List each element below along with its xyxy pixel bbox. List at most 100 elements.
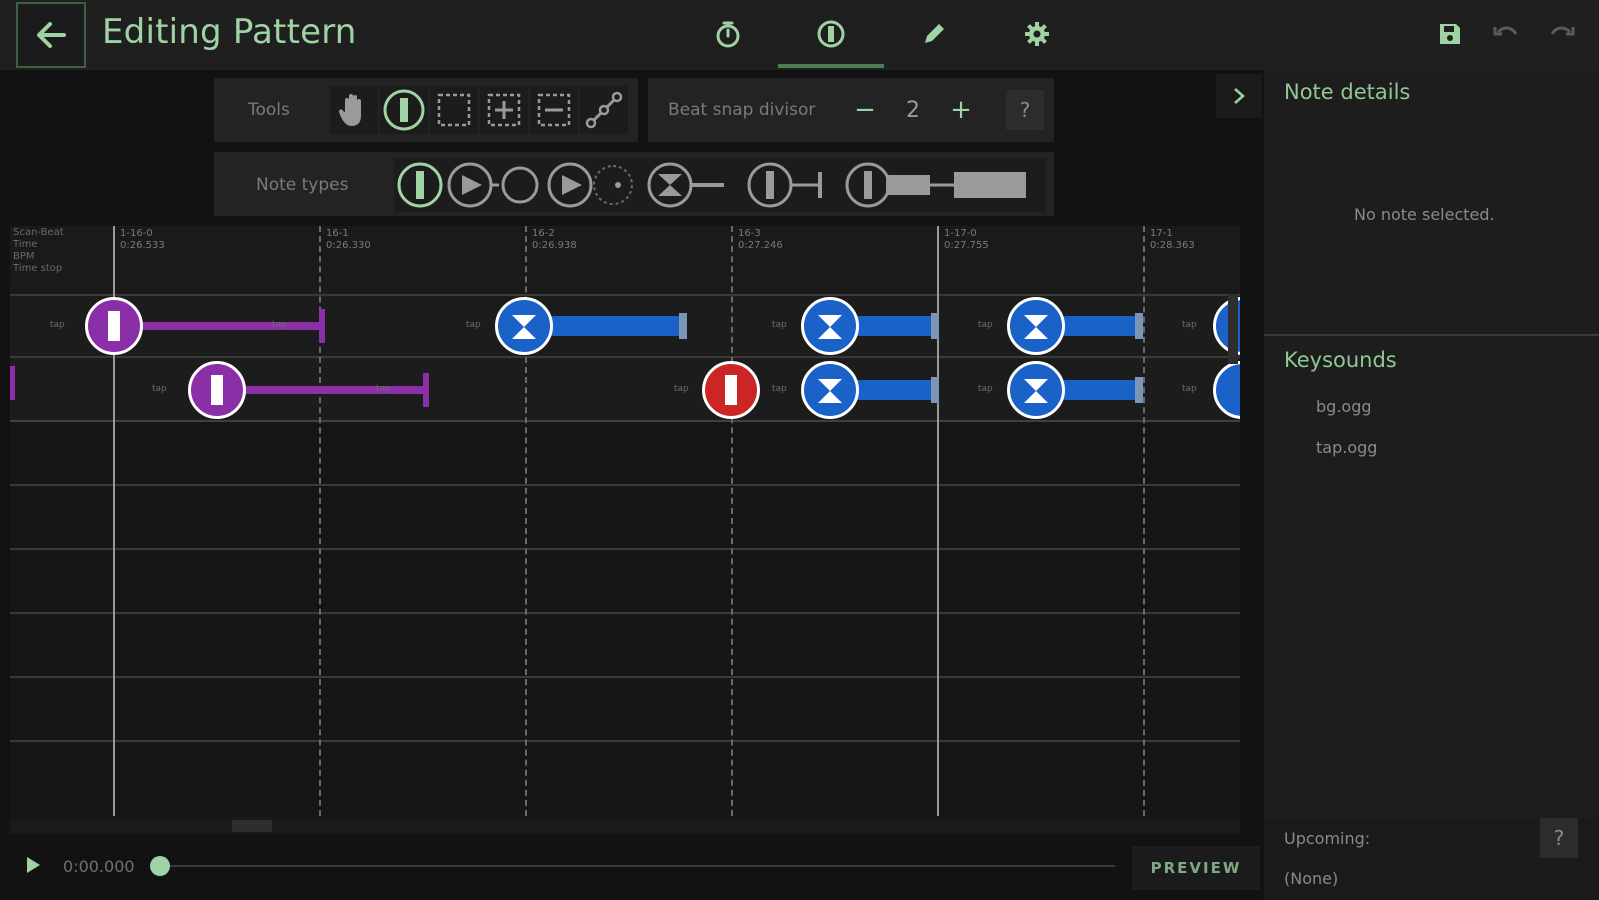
column-label: 17-1 0:28.363	[1150, 228, 1195, 251]
seek-bar[interactable]	[160, 865, 1115, 867]
hold-end[interactable]	[10, 366, 15, 400]
drag-note[interactable]	[495, 297, 553, 355]
rect-add-icon	[487, 93, 521, 127]
tools-label: Tools	[248, 100, 290, 120]
pattern-timeline[interactable]: Scan-Beat Time BPM Time stop 1-16-0 0:26.…	[10, 226, 1240, 826]
drag-trail	[550, 316, 682, 336]
no-selection-text: No note selected.	[1354, 205, 1495, 224]
column-label: 1-16-0 0:26.533	[120, 228, 165, 251]
keysound-item[interactable]: bg.ogg	[1316, 397, 1372, 416]
tap-label: tap	[772, 384, 787, 394]
horizontal-scrollbar-thumb[interactable]	[232, 820, 272, 832]
drag-note[interactable]	[801, 361, 859, 419]
drag-note[interactable]	[801, 297, 859, 355]
tap-label: tap	[674, 384, 689, 394]
redo-icon	[1550, 26, 1575, 36]
tap-label: tap	[50, 320, 65, 330]
tap-label: tap	[978, 320, 993, 330]
tool-note[interactable]	[380, 86, 428, 134]
tap-label: tap	[1182, 320, 1197, 330]
basic-note[interactable]	[702, 361, 760, 419]
drag-note[interactable]	[1007, 297, 1065, 355]
snap-value: 2	[906, 98, 920, 123]
drag-end[interactable]	[931, 313, 939, 339]
stopwatch-icon	[716, 21, 740, 48]
lane-divider	[10, 548, 1240, 550]
note-tool-icon	[383, 89, 425, 131]
rect-select-icon	[437, 93, 471, 127]
upcoming-label: Upcoming:	[1284, 829, 1371, 848]
drag-trail	[856, 316, 934, 336]
page-title: Editing Pattern	[102, 12, 357, 52]
hold-note[interactable]	[188, 361, 246, 419]
collapse-panel-button[interactable]	[1216, 74, 1262, 118]
hold-trail	[242, 386, 426, 394]
tool-rect-remove[interactable]	[530, 86, 578, 134]
tool-pan[interactable]	[330, 86, 378, 134]
back-button[interactable]	[16, 2, 86, 68]
tab-pattern[interactable]	[811, 14, 851, 54]
redo-button[interactable]	[1544, 16, 1580, 52]
hold-trail	[142, 322, 322, 330]
lane-divider	[10, 676, 1240, 678]
drag-end[interactable]	[1135, 313, 1143, 339]
tap-label: tap	[466, 320, 481, 330]
drag-trail	[1062, 316, 1138, 336]
preview-button[interactable]: PREVIEW	[1132, 846, 1260, 890]
undo-button[interactable]	[1488, 16, 1524, 52]
hold-note[interactable]	[85, 297, 143, 355]
drag-glyph-icon	[512, 315, 536, 339]
keysound-item[interactable]: tap.ogg	[1316, 438, 1377, 457]
snap-label: Beat snap divisor	[668, 100, 816, 120]
vertical-scrollbar-thumb[interactable]	[1228, 294, 1238, 364]
tool-rect-add[interactable]	[480, 86, 528, 134]
horizontal-scrollbar[interactable]	[10, 818, 1240, 834]
tab-settings[interactable]	[1017, 14, 1057, 54]
column-label: 16-3 0:27.246	[738, 228, 783, 251]
drag-note[interactable]	[1007, 361, 1065, 419]
play-button[interactable]	[20, 852, 46, 878]
drag-trail	[1062, 380, 1138, 400]
timeline-header-meta: Scan-Beat Time BPM Time stop	[13, 227, 64, 274]
snap-minus-button[interactable]: −	[845, 86, 885, 134]
column-label: 16-2 0:26.938	[532, 228, 577, 251]
drag-glyph-icon	[1024, 315, 1048, 339]
timeline-header	[10, 226, 1240, 294]
beat-line	[731, 226, 733, 816]
drag-trail	[856, 380, 934, 400]
gear-icon	[1025, 22, 1049, 46]
seek-thumb[interactable]	[150, 856, 170, 876]
panel-divider	[1264, 334, 1599, 336]
hand-icon	[338, 94, 361, 126]
note-details-heading: Note details	[1284, 80, 1411, 104]
drag-glyph-icon	[818, 315, 842, 339]
tab-timing[interactable]	[708, 14, 748, 54]
lane-divider	[10, 612, 1240, 614]
lane-divider	[10, 356, 1240, 358]
drag-end[interactable]	[679, 313, 687, 339]
rect-remove-icon	[537, 93, 571, 127]
drag-end[interactable]	[931, 377, 939, 403]
tool-anchor[interactable]	[580, 86, 628, 134]
snap-plus-button[interactable]: +	[941, 86, 981, 134]
upcoming-value: (None)	[1284, 869, 1339, 888]
lane-divider	[10, 740, 1240, 742]
drag-end[interactable]	[1135, 377, 1143, 403]
hold-end[interactable]	[319, 309, 325, 343]
hold-end[interactable]	[423, 373, 429, 407]
snap-help-button[interactable]: ?	[1006, 90, 1044, 130]
tap-label: tap	[978, 384, 993, 394]
playback-time: 0:00.000	[63, 857, 135, 876]
active-tab-indicator	[778, 64, 884, 68]
upcoming-help-button[interactable]: ?	[1540, 818, 1578, 858]
beat-line	[1143, 226, 1145, 816]
anchor-path-icon	[585, 91, 623, 129]
save-button[interactable]	[1432, 16, 1468, 52]
tab-edit[interactable]	[914, 14, 954, 54]
tool-rect-select[interactable]	[430, 86, 478, 134]
play-icon	[27, 857, 40, 873]
note-icon	[817, 20, 845, 48]
tap-label: tap	[376, 384, 391, 394]
tap-label: tap	[272, 320, 287, 330]
tap-label: tap	[1182, 384, 1197, 394]
